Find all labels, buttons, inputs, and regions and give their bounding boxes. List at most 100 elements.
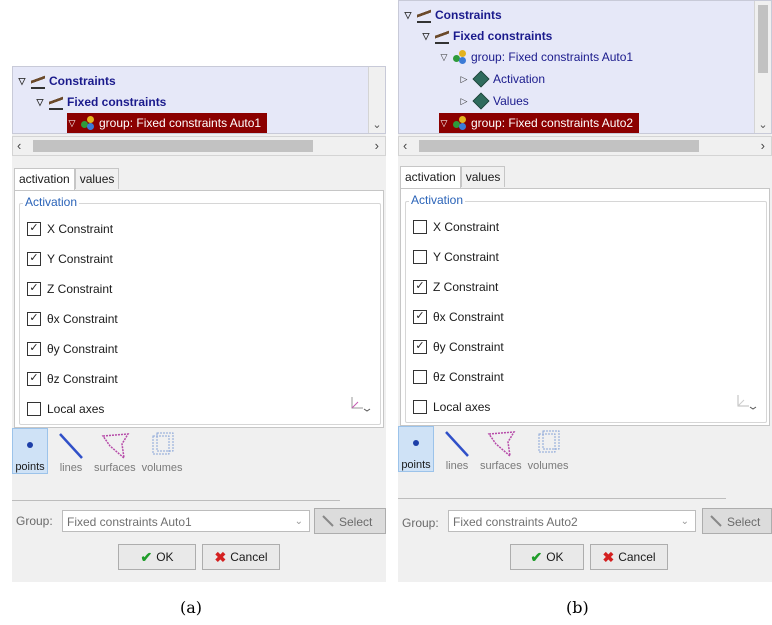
group-label: Group: xyxy=(16,514,53,528)
expand-toggle-icon[interactable] xyxy=(17,71,27,91)
axes-dropdown-icon[interactable] xyxy=(349,395,371,413)
tab-activation[interactable]: activation xyxy=(14,168,75,191)
tree-item-group-auto2[interactable]: group: Fixed constraints Auto2 xyxy=(439,113,640,133)
checkmark-icon: ✔ xyxy=(140,549,153,565)
checkbox[interactable] xyxy=(27,312,41,326)
tree-vertical-scrollbar[interactable]: ⌄ xyxy=(368,67,385,133)
checkbox-z-constraint[interactable]: Z Constraint xyxy=(27,279,112,299)
tree-horizontal-scrollbar[interactable]: ‹ › xyxy=(12,136,386,156)
checkbox-x-constraint[interactable]: X Constraint xyxy=(413,217,499,237)
tree-view-a[interactable]: Constraints Fixed constraints group: Fix… xyxy=(12,66,386,134)
ok-button[interactable]: ✔ OK xyxy=(510,544,584,570)
checkbox[interactable] xyxy=(413,340,427,354)
checkbox[interactable] xyxy=(27,342,41,356)
geometry-lines[interactable]: lines xyxy=(440,428,474,472)
tab-values[interactable]: values xyxy=(460,166,506,187)
checkbox-x-constraint[interactable]: X Constraint xyxy=(27,219,113,239)
expand-toggle-icon[interactable] xyxy=(459,91,469,111)
checkbox[interactable] xyxy=(27,402,41,416)
chevron-right-icon[interactable]: › xyxy=(761,137,765,155)
cancel-button[interactable]: ✖ Cancel xyxy=(202,544,280,570)
tree-vertical-scrollbar[interactable]: ⌄ xyxy=(754,1,771,133)
expand-toggle-icon[interactable] xyxy=(403,5,413,25)
checkbox[interactable] xyxy=(413,280,427,294)
select-button[interactable]: Select xyxy=(702,508,772,534)
chevron-down-icon[interactable]: ⌄ xyxy=(755,118,771,131)
checkbox-y-constraint[interactable]: Y Constraint xyxy=(413,247,499,267)
checkbox-local-axes[interactable]: Local axes xyxy=(27,399,104,419)
tree-item-label: Fixed constraints xyxy=(453,29,553,43)
chevron-down-icon[interactable]: ⌄ xyxy=(369,118,385,131)
expand-toggle-icon[interactable] xyxy=(67,113,77,133)
axes-dropdown-icon[interactable] xyxy=(735,393,757,411)
checkbox-thetaz-constraint[interactable]: θz Constraint xyxy=(27,369,118,389)
constraint-icon xyxy=(31,73,45,89)
groupbox-title: Activation xyxy=(409,193,466,207)
chevron-right-icon[interactable]: › xyxy=(375,137,379,155)
checkbox-y-constraint[interactable]: Y Constraint xyxy=(27,249,113,269)
geometry-volumes[interactable]: volumes xyxy=(528,428,569,472)
chevron-left-icon[interactable]: ‹ xyxy=(403,137,407,155)
checkbox-z-constraint[interactable]: Z Constraint xyxy=(413,277,498,297)
checkbox[interactable] xyxy=(27,252,41,266)
tree-item-fixed-constraints[interactable]: Fixed constraints xyxy=(421,26,552,46)
checkbox[interactable] xyxy=(27,282,41,296)
checkbox[interactable] xyxy=(27,372,41,386)
geometry-surfaces[interactable]: surfaces xyxy=(94,430,136,474)
tree-item-fixed-constraints[interactable]: Fixed constraints xyxy=(35,92,166,112)
geometry-points[interactable]: points xyxy=(398,426,434,472)
expand-toggle-icon[interactable] xyxy=(439,47,449,67)
checkbox[interactable] xyxy=(413,310,427,324)
groupbox-title: Activation xyxy=(23,195,80,209)
checkbox-label: Z Constraint xyxy=(47,282,113,296)
scroll-thumb[interactable] xyxy=(419,140,699,152)
checkbox[interactable] xyxy=(413,220,427,234)
checkbox[interactable] xyxy=(27,222,41,236)
tree-item-group-auto1[interactable]: group: Fixed constraints Auto1 xyxy=(67,113,268,133)
divider xyxy=(12,500,340,501)
tree-item-label: Activation xyxy=(493,72,546,86)
checkbox[interactable] xyxy=(413,400,427,414)
checkbox-label: Local axes xyxy=(47,402,105,416)
scroll-thumb[interactable] xyxy=(33,140,313,152)
checkbox-thetaz-constraint[interactable]: θz Constraint xyxy=(413,367,504,387)
tree-item-constraints[interactable]: Constraints xyxy=(17,71,116,91)
group-combobox[interactable]: Fixed constraints Auto2 ⌄ xyxy=(448,510,696,532)
geometry-volumes[interactable]: volumes xyxy=(142,430,183,474)
tree-horizontal-scrollbar[interactable]: ‹ › xyxy=(398,136,772,156)
tree-item-constraints[interactable]: Constraints xyxy=(403,5,502,25)
chevron-left-icon[interactable]: ‹ xyxy=(17,137,21,155)
checkbox-thetax-constraint[interactable]: θx Constraint xyxy=(27,309,118,329)
expand-toggle-icon[interactable] xyxy=(421,26,431,46)
geometry-lines[interactable]: lines xyxy=(54,430,88,474)
group-combobox[interactable]: Fixed constraints Auto1 ⌄ xyxy=(62,510,310,532)
cancel-button[interactable]: ✖ Cancel xyxy=(590,544,668,570)
chevron-down-icon[interactable]: ⌄ xyxy=(681,511,689,533)
geometry-label: surfaces xyxy=(94,462,136,474)
tree-item-activation[interactable]: Activation xyxy=(459,69,545,89)
tab-activation[interactable]: activation xyxy=(400,166,461,189)
checkbox-label: θz Constraint xyxy=(47,372,118,386)
checkbox[interactable] xyxy=(413,250,427,264)
expand-toggle-icon[interactable] xyxy=(35,92,45,112)
checkbox-thetay-constraint[interactable]: θy Constraint xyxy=(413,337,504,357)
tree-item-label: group: Fixed constraints Auto1 xyxy=(471,50,634,64)
checkbox-thetay-constraint[interactable]: θy Constraint xyxy=(27,339,118,359)
chevron-down-icon[interactable]: ⌄ xyxy=(295,511,303,533)
select-button-label: Select xyxy=(727,515,761,529)
geometry-points[interactable]: points xyxy=(12,428,48,474)
ok-button[interactable]: ✔ OK xyxy=(118,544,196,570)
scroll-thumb[interactable] xyxy=(758,5,768,73)
constraint-icon xyxy=(417,7,431,23)
expand-toggle-icon[interactable] xyxy=(459,69,469,89)
tab-values[interactable]: values xyxy=(74,168,120,189)
tree-item-group-auto1[interactable]: group: Fixed constraints Auto1 xyxy=(439,47,633,67)
tree-item-values[interactable]: Values xyxy=(459,91,529,111)
select-button[interactable]: Select xyxy=(314,508,386,534)
checkbox[interactable] xyxy=(413,370,427,384)
checkbox-local-axes[interactable]: Local axes xyxy=(413,397,490,417)
geometry-surfaces[interactable]: surfaces xyxy=(480,428,522,472)
expand-toggle-icon[interactable] xyxy=(439,113,449,133)
tree-view-b[interactable]: Constraints Fixed constraints group: Fix… xyxy=(398,0,772,134)
checkbox-thetax-constraint[interactable]: θx Constraint xyxy=(413,307,504,327)
